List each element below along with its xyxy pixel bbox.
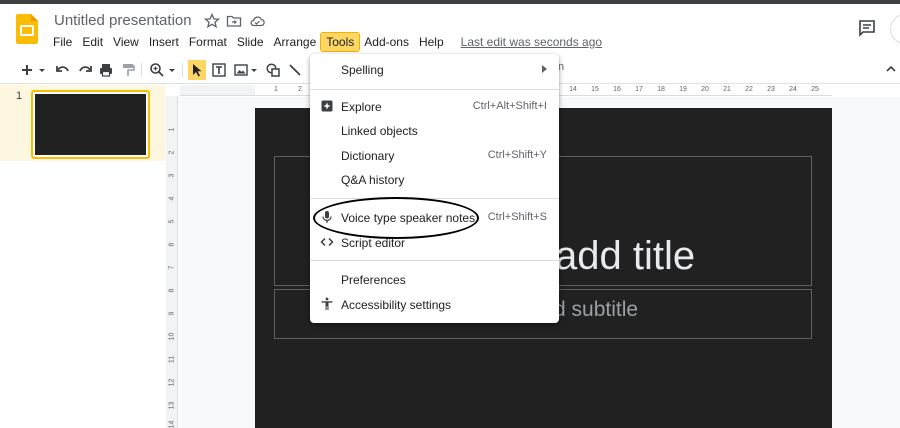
slide-thumbnail[interactable] [31, 90, 150, 159]
menu-separator [310, 89, 559, 90]
submenu-arrow-icon [542, 65, 547, 73]
ruler-tick: 1 [168, 127, 176, 132]
menu-item-label: Spelling [341, 63, 384, 77]
present-button[interactable] [890, 14, 900, 44]
ruler-tick: 18 [657, 86, 665, 93]
ruler-tick: 23 [767, 86, 775, 93]
cloud-saved-icon[interactable] [249, 13, 265, 29]
ruler-tick: 19 [679, 86, 687, 93]
menu-edit[interactable]: Edit [77, 33, 108, 51]
toolbar-separator [182, 63, 183, 77]
text-box-icon[interactable] [210, 61, 228, 79]
ruler-tick: 10 [168, 332, 176, 341]
menu-insert[interactable]: Insert [144, 33, 184, 51]
ruler-tick: 15 [591, 86, 599, 93]
select-cursor-icon[interactable] [188, 61, 206, 79]
menu-separator [310, 260, 559, 261]
slide-filmstrip: 1 [0, 85, 165, 428]
redo-icon[interactable] [76, 61, 94, 79]
zoom-dropdown-icon[interactable] [166, 61, 178, 79]
vertical-ruler: 1 2 3 4 5 6 7 8 9 10 11 12 13 14 [166, 96, 178, 428]
window-top-border [0, 0, 900, 4]
image-dropdown-icon[interactable] [248, 61, 260, 79]
menu-item-label: Explore [341, 100, 382, 114]
new-slide-dropdown-icon[interactable] [36, 61, 48, 79]
menu-help[interactable]: Help [414, 33, 449, 51]
menu-item-qa-history[interactable]: Q&A history [310, 168, 559, 192]
ruler-tick: 5 [168, 219, 176, 224]
ruler-tick: 25 [811, 86, 819, 93]
menu-item-accessibility-settings[interactable]: Accessibility settings [310, 293, 559, 317]
ruler-tick: 8 [168, 288, 176, 293]
ruler-tick: 21 [723, 86, 731, 93]
last-edit-link[interactable]: Last edit was seconds ago [461, 35, 602, 49]
menu-add-ons[interactable]: Add-ons [359, 33, 414, 51]
slide-number: 1 [16, 90, 23, 102]
menu-slide[interactable]: Slide [232, 33, 269, 51]
slides-logo-icon[interactable] [16, 14, 38, 44]
menu-item-spelling[interactable]: Spelling [310, 58, 559, 82]
chevron-up-icon[interactable] [884, 62, 898, 76]
new-slide-icon[interactable] [18, 61, 36, 79]
menu-item-label: Preferences [341, 273, 406, 287]
ruler-tick: 13 [168, 401, 176, 410]
ruler-tick: 22 [745, 86, 753, 93]
undo-icon[interactable] [54, 61, 72, 79]
menu-item-explore[interactable]: Explore Ctrl+Alt+Shift+I [310, 95, 559, 119]
menu-file[interactable]: File [48, 33, 77, 51]
line-icon[interactable] [286, 61, 304, 79]
code-icon [320, 235, 334, 249]
paint-format-icon[interactable] [119, 61, 137, 79]
ruler-tick: 2 [298, 86, 302, 93]
print-icon[interactable] [97, 61, 115, 79]
menu-item-shortcut: Ctrl+Shift+S [487, 211, 547, 223]
menu-item-label: Q&A history [341, 173, 405, 187]
comment-history-icon[interactable] [858, 19, 876, 37]
menu-tools[interactable]: Tools [320, 32, 361, 52]
menu-item-dictionary[interactable]: Dictionary Ctrl+Shift+Y [310, 144, 559, 168]
menu-item-shortcut: Ctrl+Alt+Shift+I [472, 100, 547, 112]
ruler-tick: 16 [613, 86, 621, 93]
menu-item-label: Accessibility settings [341, 298, 452, 312]
menu-item-label: Linked objects [341, 124, 418, 138]
ruler-tick: 4 [168, 196, 176, 201]
ruler-tick: 20 [701, 86, 709, 93]
tools-menu: Spelling Explore Ctrl+Alt+Shift+I Linked… [310, 54, 559, 323]
ruler-tick: 2 [168, 150, 176, 155]
zoom-icon[interactable] [148, 61, 166, 79]
document-title[interactable]: Untitled presentation [54, 12, 192, 29]
ruler-tick: 12 [168, 378, 176, 387]
ruler-tick: 24 [789, 86, 797, 93]
ruler-tick: 17 [635, 86, 643, 93]
ruler-tick: 7 [168, 265, 176, 270]
toolbar-separator [141, 63, 142, 77]
ruler-tick: 9 [168, 311, 176, 316]
move-to-folder-icon[interactable] [226, 13, 242, 29]
menu-item-preferences[interactable]: Preferences [310, 268, 559, 292]
accessibility-icon [320, 297, 334, 311]
star-icon[interactable] [203, 12, 221, 29]
menu-item-linked-objects[interactable]: Linked objects [310, 119, 559, 143]
ruler-tick: 14 [168, 420, 176, 428]
ruler-tick: 3 [168, 173, 176, 178]
annotation-ellipse [313, 197, 479, 239]
menu-format[interactable]: Format [184, 33, 232, 51]
menu-view[interactable]: View [108, 33, 144, 51]
menu-bar: File Edit View Insert Format Slide Arran… [48, 32, 602, 52]
menu-item-shortcut: Ctrl+Shift+Y [487, 149, 547, 161]
slide-thumbnail-row[interactable]: 1 [0, 85, 165, 161]
explore-icon [320, 99, 334, 113]
shape-icon[interactable] [264, 61, 282, 79]
ruler-tick: 14 [569, 86, 577, 93]
ruler-tick: 6 [168, 242, 176, 247]
ruler-tick: 11 [168, 355, 176, 364]
ruler-tick: 1 [274, 86, 278, 93]
menu-item-label: Dictionary [341, 149, 395, 163]
menu-arrange[interactable]: Arrange [269, 33, 322, 51]
